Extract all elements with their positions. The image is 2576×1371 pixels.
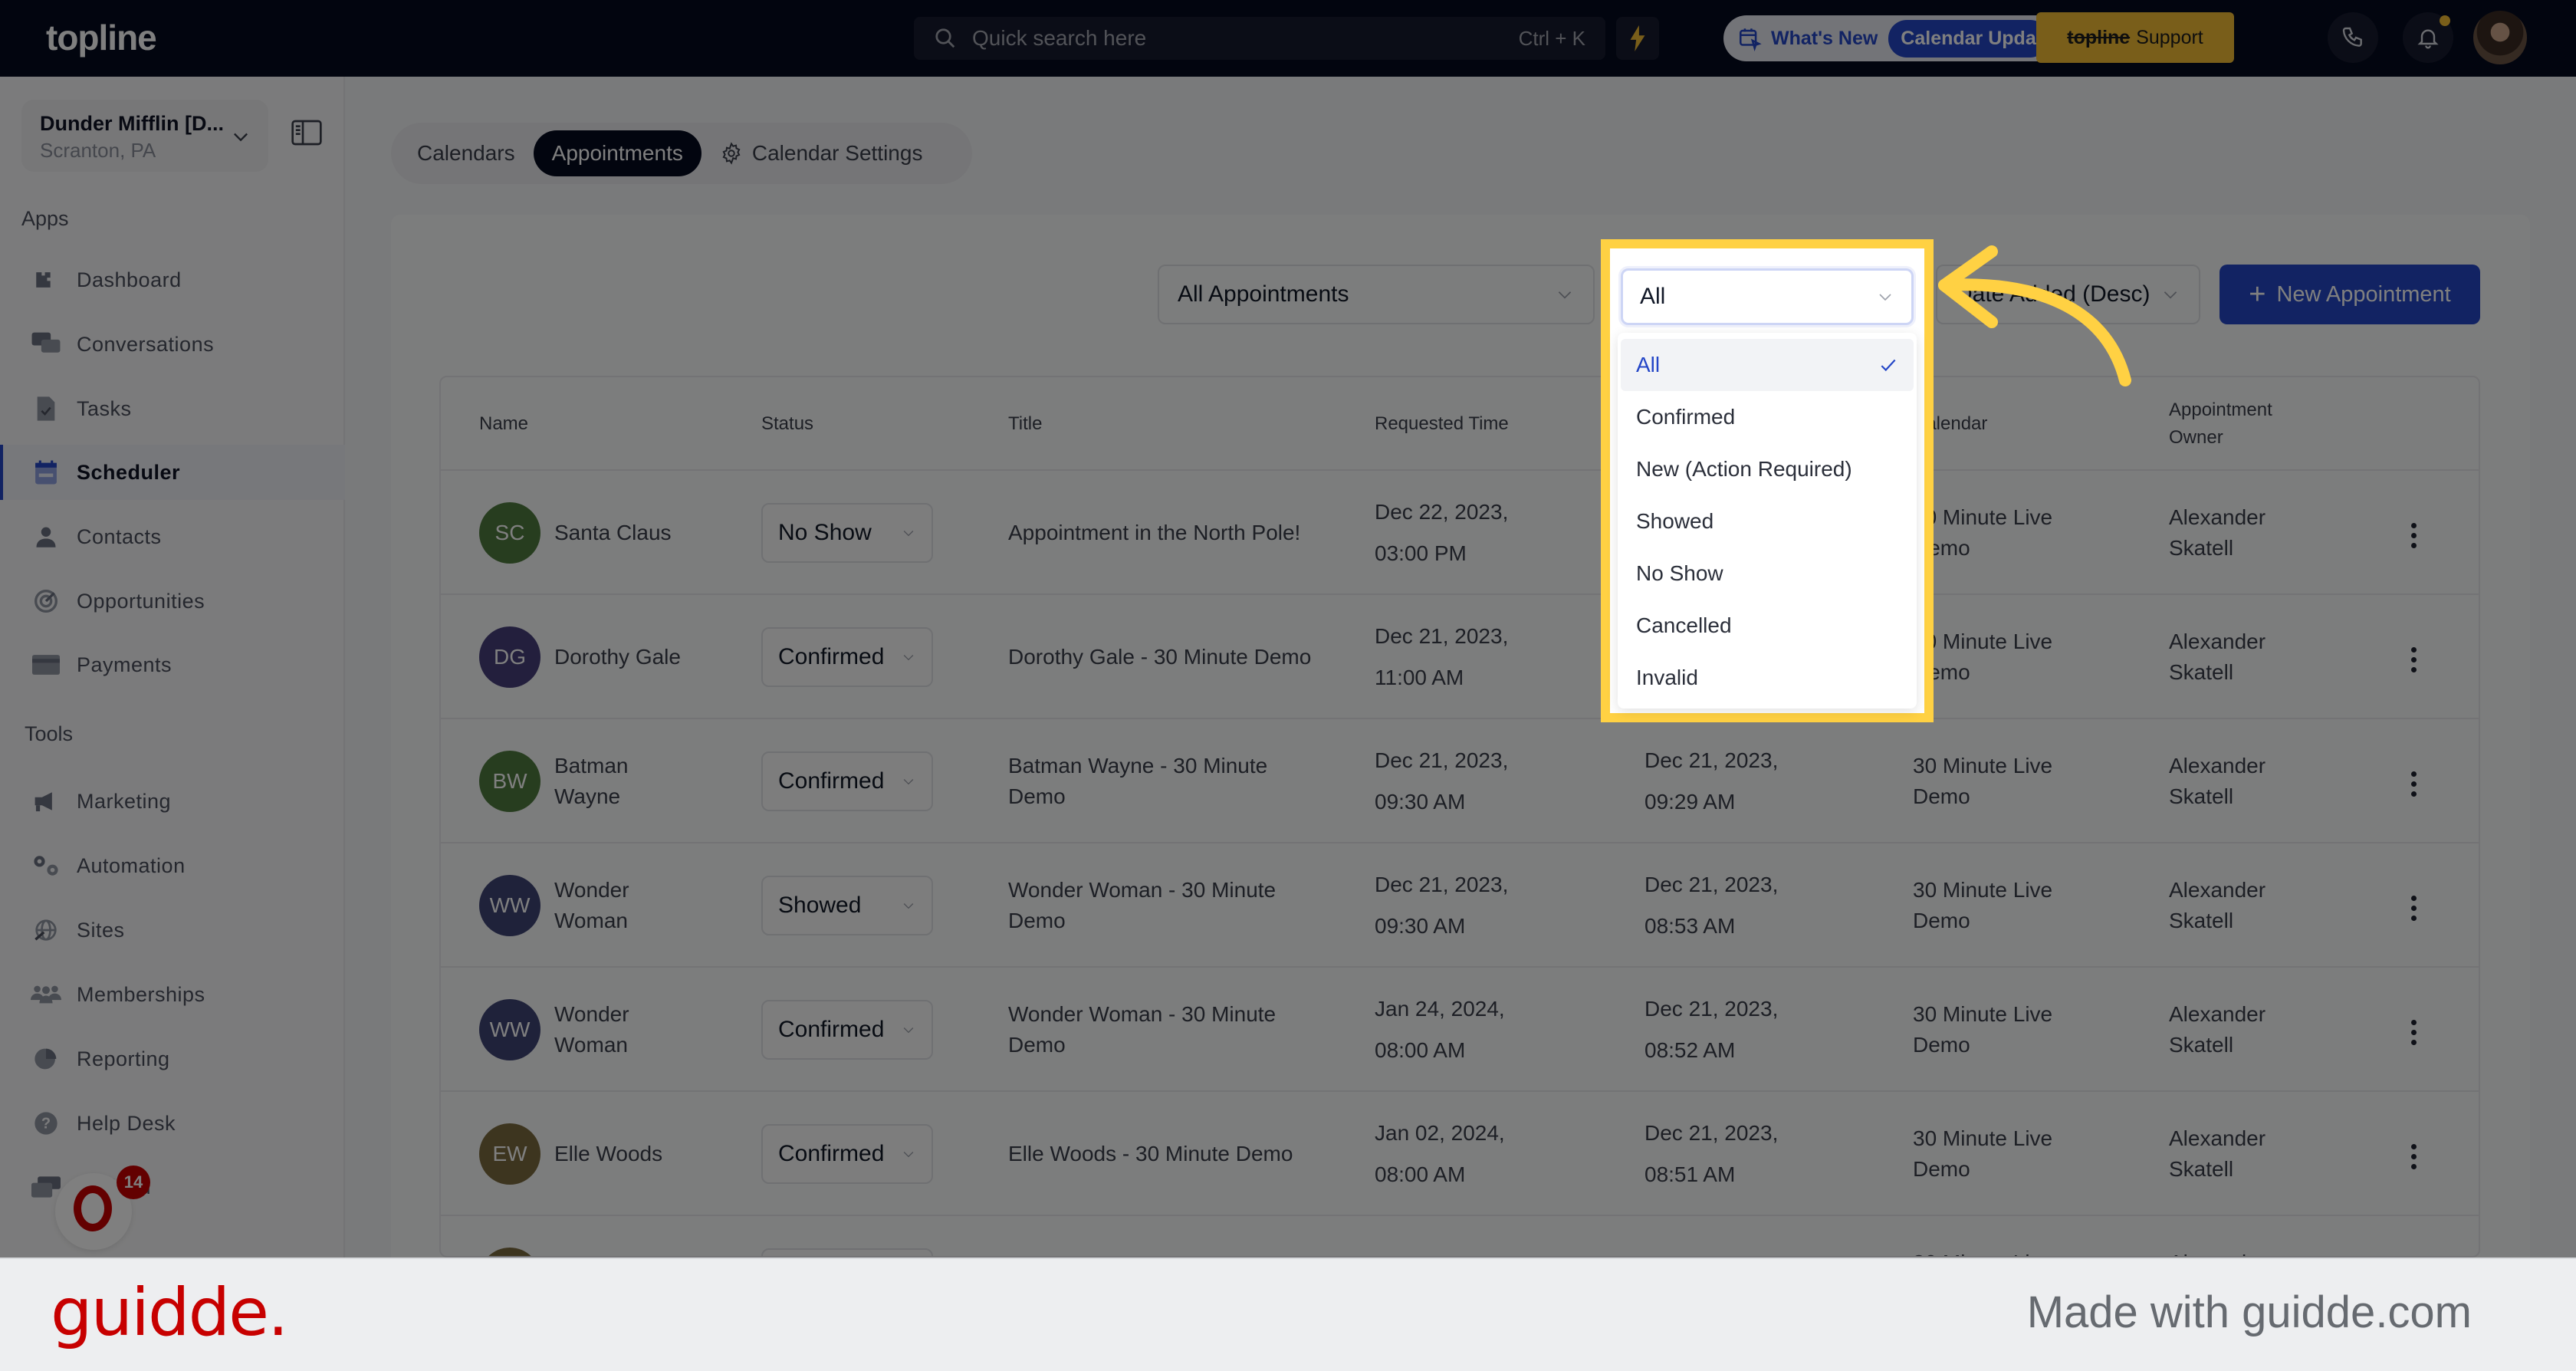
status-option[interactable]: Cancelled xyxy=(1621,600,1914,652)
check-icon xyxy=(1881,359,1896,372)
status-option[interactable]: Invalid xyxy=(1621,652,1914,704)
option-label: New (Action Required) xyxy=(1636,457,1852,481)
option-label: No Show xyxy=(1636,561,1723,585)
option-label: Invalid xyxy=(1636,666,1698,689)
guidde-footer: guidde. Made with guidde.com xyxy=(0,1258,2576,1371)
chevron-down-icon xyxy=(1879,294,1891,301)
status-option[interactable]: Confirmed xyxy=(1621,391,1914,443)
status-filter-select[interactable]: All xyxy=(1621,268,1914,325)
callout-arrow-icon xyxy=(1938,245,2131,386)
status-option[interactable]: Showed xyxy=(1621,495,1914,547)
guidde-tagline: Made with guidde.com xyxy=(2026,1287,2472,1337)
select-value: All xyxy=(1640,284,1666,309)
option-label: Showed xyxy=(1636,509,1714,533)
status-options-menu: All Confirmed New (Action Required) Showed N… xyxy=(1618,333,1917,709)
status-filter-highlight: All All Confirmed New (Action Required) Sho… xyxy=(1601,239,1934,722)
option-label: All xyxy=(1636,353,1661,376)
option-label: Cancelled xyxy=(1636,613,1732,637)
status-option[interactable]: All xyxy=(1621,339,1914,391)
status-option[interactable]: New (Action Required) xyxy=(1621,443,1914,495)
status-option[interactable]: No Show xyxy=(1621,547,1914,600)
dim-overlay xyxy=(0,0,2576,1258)
guidde-logo: guidde. xyxy=(51,1274,288,1351)
option-label: Confirmed xyxy=(1636,405,1736,429)
